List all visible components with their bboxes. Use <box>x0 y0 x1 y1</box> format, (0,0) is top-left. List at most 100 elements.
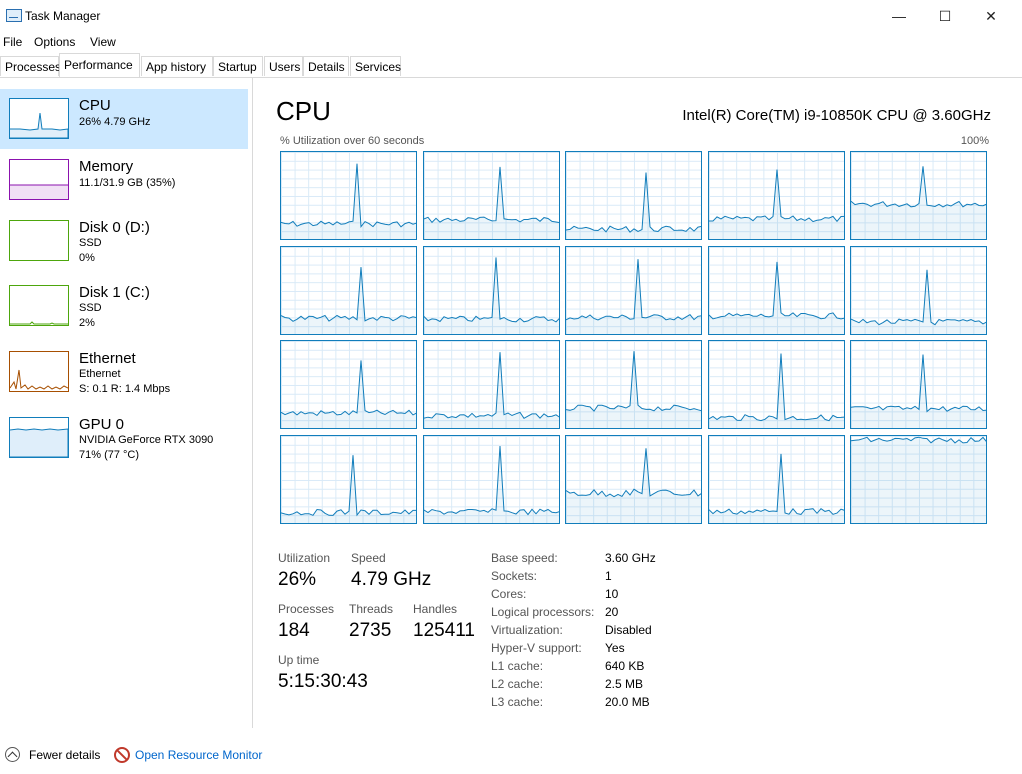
threads-value: 2735 <box>349 620 392 641</box>
core-graph <box>707 151 845 240</box>
fewer-details-link[interactable]: Fewer details <box>29 748 100 762</box>
uptime-value: 5:15:30:43 <box>278 671 368 692</box>
cores-value: 10 <box>605 587 619 601</box>
utilization-label: Utilization <box>278 551 331 565</box>
tab-performance[interactable]: Performance <box>59 53 140 77</box>
cpu-detail-panel: CPU Intel(R) Core(TM) i9-10850K CPU @ 3.… <box>253 78 1022 728</box>
core-graph <box>280 245 417 335</box>
speed-label: Speed <box>351 551 386 565</box>
utilization-value: 26% <box>278 569 317 590</box>
core-graph <box>707 340 845 429</box>
processes-label: Processes <box>278 602 335 616</box>
sidebar-item-ethernet[interactable]: Ethernet Ethernet S: 0.1 R: 1.4 Mbps <box>0 342 248 402</box>
core-graph <box>707 434 845 524</box>
footer-bar: Fewer details Open Resource Monitor <box>0 735 1022 774</box>
sidebar-gpu-model: NVIDIA GeForce RTX 3090 <box>79 434 214 446</box>
tab-app-history[interactable]: App history <box>141 56 213 76</box>
title-bar: Task Manager — ☐ ✕ <box>0 0 1022 32</box>
core-graph <box>422 434 560 524</box>
sidebar-item-gpu[interactable]: GPU 0 NVIDIA GeForce RTX 3090 71% (77 °C… <box>0 408 248 468</box>
menu-bar: File Options View <box>0 32 1022 52</box>
sidebar-ethernet-throughput: S: 0.1 R: 1.4 Mbps <box>79 383 171 395</box>
core-graph <box>565 340 702 429</box>
sidebar-disk0-title: Disk 0 (D:) <box>79 219 150 236</box>
core-graph <box>707 245 845 335</box>
hyperv-value: Yes <box>605 641 625 655</box>
core-graph <box>422 245 560 335</box>
handles-label: Handles <box>413 602 458 616</box>
core-graph <box>850 151 987 240</box>
menu-file[interactable]: File <box>3 35 22 49</box>
sidebar-cpu-info: 26% 4.79 GHz <box>79 116 151 128</box>
tab-services[interactable]: Services <box>350 56 401 76</box>
menu-options[interactable]: Options <box>34 35 75 49</box>
cores-label: Cores: <box>491 587 527 601</box>
sidebar-disk1-type: SSD <box>79 302 102 314</box>
tab-details[interactable]: Details <box>303 56 349 76</box>
tab-processes[interactable]: Processes <box>0 56 61 76</box>
core-graph <box>850 340 987 429</box>
gpu-thumbnail-graph <box>9 417 69 458</box>
sidebar-gpu-usage: 71% (77 °C) <box>79 449 140 461</box>
sidebar-item-cpu[interactable]: CPU 26% 4.79 GHz <box>0 89 248 149</box>
task-manager-icon <box>6 9 22 22</box>
sidebar-ethernet-name: Ethernet <box>79 368 121 380</box>
sidebar-cpu-title: CPU <box>79 97 111 114</box>
resource-sidebar: CPU 26% 4.79 GHz Memory 11.1/31.9 GB (35… <box>0 78 253 728</box>
core-graph <box>422 151 560 240</box>
tab-bar: Processes Performance App history Startu… <box>0 53 1022 78</box>
sidebar-ethernet-title: Ethernet <box>79 350 136 367</box>
hyperv-label: Hyper-V support: <box>491 641 582 655</box>
virtualization-value: Disabled <box>605 623 652 637</box>
utilization-caption: % Utilization over 60 seconds <box>280 135 425 147</box>
resource-monitor-icon[interactable] <box>114 747 130 763</box>
disk0-thumbnail-graph <box>9 220 69 261</box>
l1-cache-value: 640 KB <box>605 659 645 673</box>
core-graph <box>565 151 702 240</box>
tab-users[interactable]: Users <box>264 56 303 76</box>
utilization-max-label: 100% <box>960 135 989 147</box>
uptime-label: Up time <box>278 653 320 667</box>
maximize-button[interactable]: ☐ <box>922 0 968 32</box>
threads-label: Threads <box>349 602 394 616</box>
chevron-up-icon[interactable] <box>5 747 20 762</box>
core-graph <box>422 340 560 429</box>
sockets-label: Sockets: <box>491 569 538 583</box>
l3-cache-label: L3 cache: <box>491 695 544 709</box>
logical-processors-value: 20 <box>605 605 619 619</box>
menu-view[interactable]: View <box>90 35 116 49</box>
sidebar-disk0-usage: 0% <box>79 252 95 264</box>
sidebar-disk1-title: Disk 1 (C:) <box>79 284 150 301</box>
core-graph <box>565 245 702 335</box>
tab-startup[interactable]: Startup <box>213 56 263 76</box>
l1-cache-label: L1 cache: <box>491 659 544 673</box>
sidebar-item-disk0[interactable]: Disk 0 (D:) SSD 0% <box>0 211 248 271</box>
close-button[interactable]: ✕ <box>968 0 1014 32</box>
sidebar-item-disk1[interactable]: Disk 1 (C:) SSD 2% <box>0 276 248 336</box>
open-resource-monitor-link[interactable]: Open Resource Monitor <box>135 748 262 762</box>
core-graph <box>850 434 987 524</box>
core-graph <box>280 151 417 240</box>
logical-processors-label: Logical processors: <box>491 605 595 619</box>
sidebar-item-memory[interactable]: Memory 11.1/31.9 GB (35%) <box>0 150 248 210</box>
cpu-model-name: Intel(R) Core(TM) i9-10850K CPU @ 3.60GH… <box>682 107 991 124</box>
core-graph <box>565 434 702 524</box>
sidebar-memory-info: 11.1/31.9 GB (35%) <box>79 177 176 189</box>
cpu-thumbnail-graph <box>9 98 69 139</box>
core-graph <box>280 434 417 524</box>
l2-cache-label: L2 cache: <box>491 677 544 691</box>
speed-value: 4.79 GHz <box>351 569 432 590</box>
sidebar-disk0-type: SSD <box>79 237 102 249</box>
base-speed-value: 3.60 GHz <box>605 551 656 565</box>
sidebar-gpu-title: GPU 0 <box>79 416 125 433</box>
memory-thumbnail-graph <box>9 159 69 200</box>
sidebar-disk1-usage: 2% <box>79 317 95 329</box>
sidebar-memory-title: Memory <box>79 158 134 175</box>
processes-value: 184 <box>278 620 310 641</box>
core-graph <box>280 340 417 429</box>
sockets-value: 1 <box>605 569 612 583</box>
core-graph <box>850 245 987 335</box>
l3-cache-value: 20.0 MB <box>605 695 650 709</box>
ethernet-thumbnail-graph <box>9 351 69 392</box>
minimize-button[interactable]: — <box>876 0 922 32</box>
